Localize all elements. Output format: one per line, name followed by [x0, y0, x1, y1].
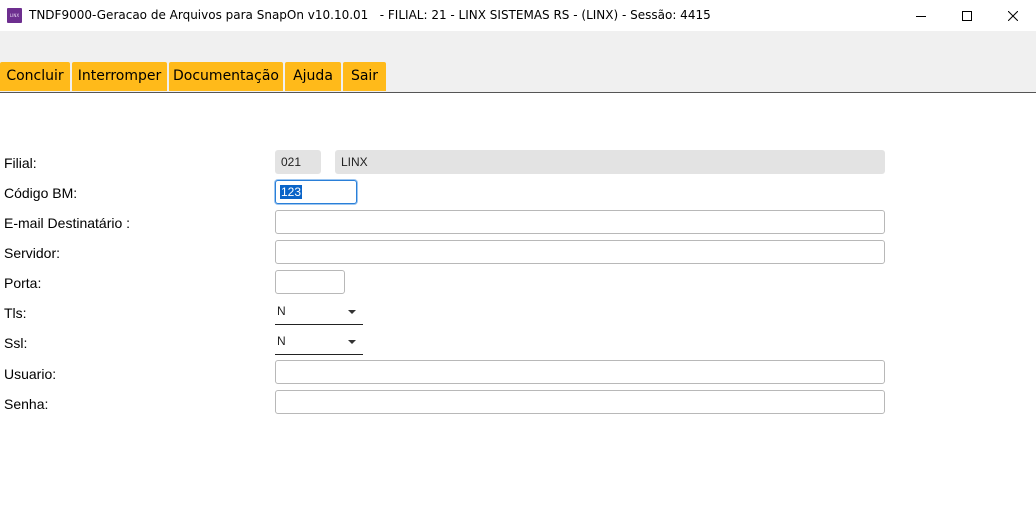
filial-label: Filial: — [4, 155, 37, 171]
toolbar: Concluir Interromper Documentação Ajuda … — [0, 31, 1036, 93]
email-input[interactable] — [275, 210, 885, 234]
app-logo-icon: LINX — [7, 8, 22, 23]
filial-code-field: 021 — [275, 150, 321, 174]
tls-label: Tls: — [4, 305, 27, 321]
ssl-label: Ssl: — [4, 335, 28, 351]
minimize-icon — [916, 15, 926, 17]
minimize-button[interactable] — [898, 0, 944, 31]
tls-value: N — [277, 304, 286, 318]
concluir-button[interactable]: Concluir — [0, 62, 70, 91]
documentacao-button[interactable]: Documentação — [169, 62, 283, 91]
close-button[interactable] — [990, 0, 1036, 31]
ajuda-button[interactable]: Ajuda — [285, 62, 341, 91]
senha-input[interactable] — [275, 390, 885, 414]
chevron-down-icon — [348, 340, 356, 344]
maximize-button[interactable] — [944, 0, 990, 31]
maximize-icon — [962, 10, 972, 21]
close-icon — [1008, 10, 1018, 21]
servidor-label: Servidor: — [4, 245, 61, 261]
title-bar: LINX TNDF9000-Geracao de Arquivos para S… — [0, 0, 1036, 31]
codigo-bm-input[interactable]: 123 — [275, 180, 357, 204]
codigo-bm-selected-text: 123 — [280, 185, 303, 199]
window-title: TNDF9000-Geracao de Arquivos para SnapOn… — [29, 8, 711, 22]
servidor-input[interactable] — [275, 240, 885, 264]
interromper-button[interactable]: Interromper — [72, 62, 167, 91]
tls-select[interactable]: N — [275, 301, 363, 325]
filial-name-field: LINX — [335, 150, 885, 174]
codigo-bm-label: Código BM: — [4, 185, 78, 201]
ssl-select[interactable]: N — [275, 331, 363, 355]
usuario-label: Usuario: — [4, 366, 57, 382]
chevron-down-icon — [348, 310, 356, 314]
senha-label: Senha: — [4, 396, 49, 412]
email-label: E-mail Destinatário : — [4, 215, 131, 231]
ssl-value: N — [277, 334, 286, 348]
usuario-input[interactable] — [275, 360, 885, 384]
sair-button[interactable]: Sair — [343, 62, 386, 91]
porta-input[interactable] — [275, 270, 345, 294]
porta-label: Porta: — [4, 275, 42, 291]
